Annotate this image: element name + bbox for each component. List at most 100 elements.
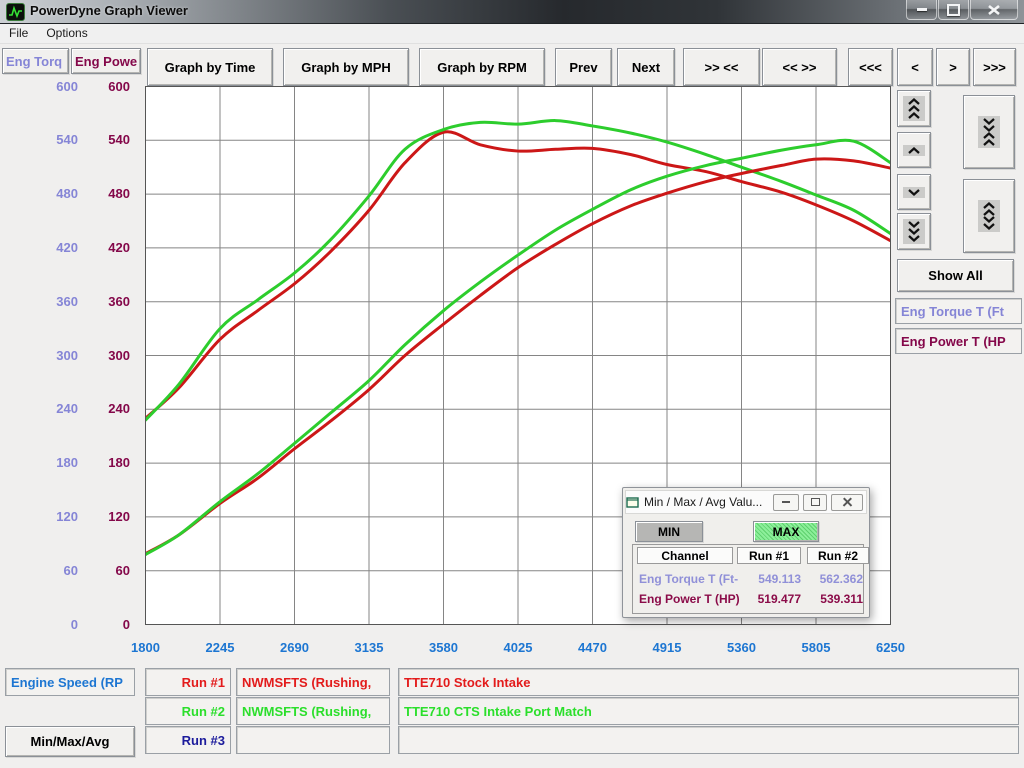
app-icon (6, 3, 25, 21)
restore-icon (947, 4, 960, 16)
chevron-up-icon (982, 209, 996, 216)
run-label-box-3[interactable]: Run #3 (145, 726, 231, 754)
dialog-restore-icon (811, 498, 820, 506)
torque-tick-label: 120 (18, 510, 78, 524)
zoom-in-button[interactable]: >> << (683, 48, 760, 86)
graph-by-rpm-button[interactable]: Graph by RPM (419, 48, 545, 86)
rpm-tick-label: 6250 (859, 640, 923, 655)
table-row-run1-1: 519.477 (737, 592, 801, 606)
table-row-run2-0: 562.362 (807, 572, 863, 586)
scale-down-button[interactable] (897, 174, 931, 210)
graph-by-time-button[interactable]: Graph by Time (147, 48, 273, 86)
next-button[interactable]: Next (617, 48, 675, 86)
prev-button[interactable]: Prev (555, 48, 612, 86)
torque-axis-label: Eng Torq (6, 54, 62, 69)
scale-up-fast-button[interactable] (897, 90, 931, 127)
run-label-box-2[interactable]: Run #2 (145, 697, 231, 725)
menu-item-file[interactable]: File (0, 24, 37, 40)
power-tick-label: 60 (70, 564, 130, 578)
chevron-up-icon (907, 98, 921, 105)
menu-item-options[interactable]: Options (37, 24, 96, 40)
rpm-tick-label: 3580 (412, 640, 476, 655)
minmax-dialog: Min / Max / Avg Valu... MIN MAX ChannelR… (622, 487, 870, 618)
minmax-dialog-titlebar[interactable]: Min / Max / Avg Valu... (625, 490, 867, 514)
chevron-up-icon (982, 139, 996, 146)
power-tick-label: 180 (70, 456, 130, 470)
pan-right-fast-button[interactable]: >>> (973, 48, 1016, 86)
pan-left-button[interactable]: < (897, 48, 933, 86)
run-desc-box-3 (398, 726, 1019, 754)
minmax-avg-label: Min/Max/Avg (31, 734, 110, 749)
pan-right-button[interactable]: > (936, 48, 970, 86)
dialog-close-button[interactable] (831, 494, 863, 511)
torque-tick-label: 0 (18, 618, 78, 632)
scale-up-button-icon (903, 145, 925, 156)
rpm-tick-label: 2690 (263, 640, 327, 655)
show-all-label: Show All (928, 268, 982, 283)
restore-button[interactable] (938, 0, 969, 20)
power-tick-label: 480 (70, 187, 130, 201)
torque-tick-label: 60 (18, 564, 78, 578)
scale-down-fast-button[interactable] (897, 213, 931, 250)
close-button[interactable] (970, 0, 1018, 20)
scale-up-fast-button-icon (903, 96, 925, 121)
graph-by-mph-button[interactable]: Graph by MPH (283, 48, 409, 86)
rpm-tick-label: 4470 (561, 640, 625, 655)
pan-left-fast-button[interactable]: <<< (848, 48, 893, 86)
rpm-tick-label: 1800 (114, 640, 178, 655)
table-header-1: Run #1 (737, 547, 801, 564)
scale-down-button-icon (903, 187, 925, 198)
run-label-box-1[interactable]: Run #1 (145, 668, 231, 696)
min-toggle-button[interactable]: MIN (635, 521, 703, 542)
dialog-restore-button[interactable] (803, 494, 827, 511)
run-file-box-3 (236, 726, 390, 754)
run-file-box-1: NWMSFTS (Rushing, (236, 668, 390, 696)
chevron-down-icon (982, 223, 996, 230)
rpm-tick-label: 5805 (784, 640, 848, 655)
table-header-2: Run #2 (807, 547, 869, 564)
chevron-up-icon (907, 147, 921, 154)
minimize-button[interactable] (906, 0, 937, 20)
form-icon (626, 496, 640, 508)
torque-tick-label: 480 (18, 187, 78, 201)
power-tick-label: 120 (70, 510, 130, 524)
torque-tick-label: 360 (18, 295, 78, 309)
window-title: PowerDyne Graph Viewer (30, 3, 188, 18)
channel-item-0[interactable]: Eng Torque T (Ft (895, 298, 1022, 324)
expand-range-button[interactable] (963, 179, 1015, 253)
max-toggle-button[interactable]: MAX (753, 521, 819, 542)
chevron-down-icon (907, 228, 921, 235)
chevron-up-icon (982, 202, 996, 209)
chevron-down-icon (907, 221, 921, 228)
rpm-tick-label: 5360 (710, 640, 774, 655)
chevron-down-icon (907, 235, 921, 242)
xaxis-channel-label: Engine Speed (RP (11, 675, 123, 690)
scale-down-fast-button-icon (903, 219, 925, 244)
chevron-down-icon (982, 125, 996, 132)
rpm-tick-label: 4025 (486, 640, 550, 655)
power-tick-label: 540 (70, 133, 130, 147)
torque-tick-label: 540 (18, 133, 78, 147)
rpm-tick-label: 3135 (337, 640, 401, 655)
power-tick-label: 360 (70, 295, 130, 309)
minmax-avg-button[interactable]: Min/Max/Avg (5, 726, 135, 757)
torque-tick-label: 420 (18, 241, 78, 255)
torque-tick-label: 600 (18, 80, 78, 94)
menu-bar: FileOptions (0, 24, 1024, 44)
xaxis-channel-box: Engine Speed (RP (5, 668, 135, 696)
show-all-button[interactable]: Show All (897, 259, 1014, 292)
dialog-minimize-button[interactable] (773, 494, 799, 511)
channel-item-1[interactable]: Eng Power T (HP (895, 328, 1022, 354)
minimize-icon (917, 8, 927, 11)
chevron-down-icon (982, 216, 996, 223)
zoom-out-button[interactable]: << >> (762, 48, 837, 86)
collapse-range-button[interactable] (963, 95, 1015, 169)
scale-up-button[interactable] (897, 132, 931, 168)
run-file-box-2: NWMSFTS (Rushing, (236, 697, 390, 725)
run-desc-box-1: TTE710 Stock Intake (398, 668, 1019, 696)
max-toggle-label: MAX (773, 525, 800, 539)
title-bar[interactable]: PowerDyne Graph Viewer (0, 0, 1024, 24)
power-axis-button[interactable]: Eng Powe (71, 48, 141, 74)
torque-axis-button[interactable]: Eng Torq (2, 48, 69, 74)
collapse-range-button-icon (978, 116, 1000, 148)
